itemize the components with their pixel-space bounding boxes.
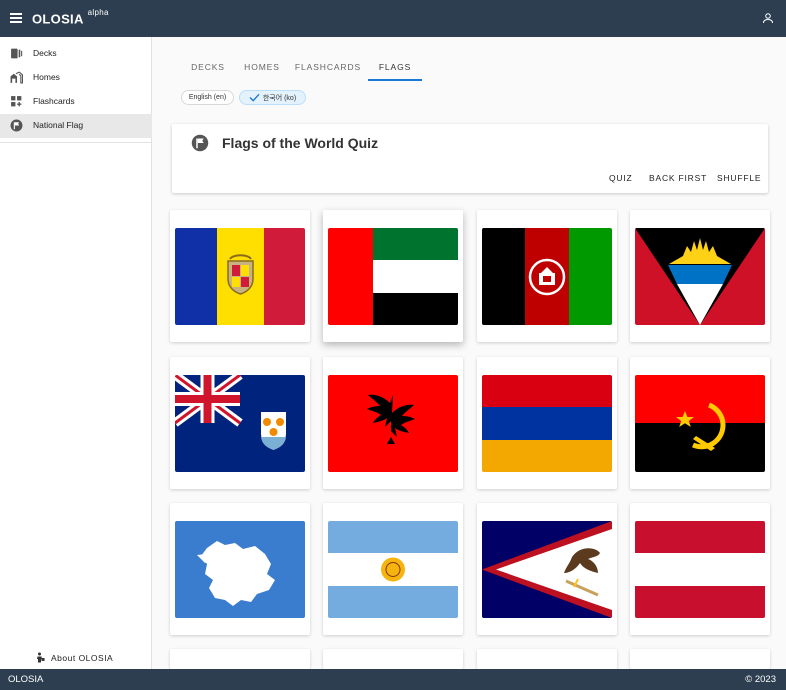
app-stage: alpha (87, 8, 109, 17)
flag-card-afghanistan[interactable] (477, 210, 617, 342)
footer: OLOSIA © 2023 (0, 669, 786, 690)
check-icon (249, 93, 260, 102)
tab-flashcards[interactable]: FLASHCARDS (288, 56, 368, 81)
sidebar-item-national-flag[interactable]: National Flag (0, 114, 152, 138)
quiz-header-card: Flags of the World Quiz QUIZ BACK FIRST … (172, 124, 768, 193)
afghanistan-flag (482, 228, 612, 325)
sidebar-item-label: Homes (33, 72, 60, 82)
flag-card-antarctica[interactable] (170, 503, 310, 635)
sidebar-item-homes[interactable]: Homes (0, 66, 152, 90)
quiz-button[interactable]: QUIZ (609, 173, 633, 183)
antarctica-flag (175, 521, 305, 618)
flag-card[interactable] (630, 649, 770, 669)
footer-app-name: OLOSIA (8, 674, 44, 685)
uae-flag (328, 228, 458, 325)
flag-icon (191, 134, 209, 152)
quiz-title: Flags of the World Quiz (222, 135, 379, 151)
sidebar-item-flashcards[interactable]: Flashcards (0, 90, 152, 114)
flag-card-argentina[interactable] (323, 503, 463, 635)
sidebar-divider (0, 142, 152, 143)
flag-card[interactable] (477, 649, 617, 669)
sidebar: Decks Homes Flashcards National Flag Abo… (0, 37, 152, 669)
app-name: OLOSIA (32, 11, 84, 27)
sidebar-item-label: National Flag (33, 120, 84, 130)
about-label: About OLOSIA (51, 652, 114, 663)
flag-card-austria[interactable] (630, 503, 770, 635)
language-chip-korean[interactable]: 한국어 (ko) (239, 90, 306, 105)
flag-card-united-arab-emirates[interactable] (323, 210, 463, 342)
sidebar-item-label: Flashcards (33, 96, 75, 106)
armenia-flag (482, 375, 612, 472)
austria-flag (635, 521, 765, 618)
flag-card-antigua-and-barbuda[interactable] (630, 210, 770, 342)
flag-card-andorra[interactable] (170, 210, 310, 342)
angola-flag (635, 375, 765, 472)
deck-icon (11, 48, 23, 59)
albania-flag (328, 375, 458, 472)
menu-icon[interactable] (10, 13, 22, 23)
footer-copyright: © 2023 (745, 674, 776, 685)
about-link[interactable]: About OLOSIA (36, 652, 113, 663)
flag-card[interactable] (323, 649, 463, 669)
antigua-and-barbuda-flag (635, 228, 765, 325)
flashcards-icon (11, 96, 22, 107)
person-icon (37, 652, 45, 663)
argentina-flag (328, 521, 458, 618)
sidebar-item-decks[interactable]: Decks (0, 42, 152, 66)
flag-card-american-samoa[interactable] (477, 503, 617, 635)
anguilla-flag (175, 375, 305, 472)
shuffle-button[interactable]: SHUFFLE (717, 173, 761, 183)
flag-card-albania[interactable] (323, 357, 463, 489)
chip-label: 한국어 (ko) (262, 94, 297, 102)
sidebar-item-label: Decks (33, 48, 57, 58)
flag-card[interactable] (170, 649, 310, 669)
chip-label: English (en) (188, 94, 227, 101)
homes-icon (10, 71, 23, 84)
top-app-bar: OLOSIA alpha (0, 0, 786, 37)
flag-icon (10, 119, 23, 132)
andorra-flag (175, 228, 305, 325)
tab-homes[interactable]: HOMES (236, 56, 288, 81)
flag-card-angola[interactable] (630, 357, 770, 489)
back-first-button[interactable]: BACK FIRST (649, 173, 707, 183)
american-samoa-flag (482, 521, 612, 618)
tab-flags[interactable]: FLAGS (368, 56, 422, 81)
flag-card-anguilla[interactable] (170, 357, 310, 489)
tab-decks[interactable]: DECKS (180, 56, 236, 81)
account-icon[interactable] (762, 12, 774, 24)
language-chip-english[interactable]: English (en) (181, 90, 234, 105)
flag-card-armenia[interactable] (477, 357, 617, 489)
app-title[interactable]: OLOSIA alpha (32, 8, 109, 27)
